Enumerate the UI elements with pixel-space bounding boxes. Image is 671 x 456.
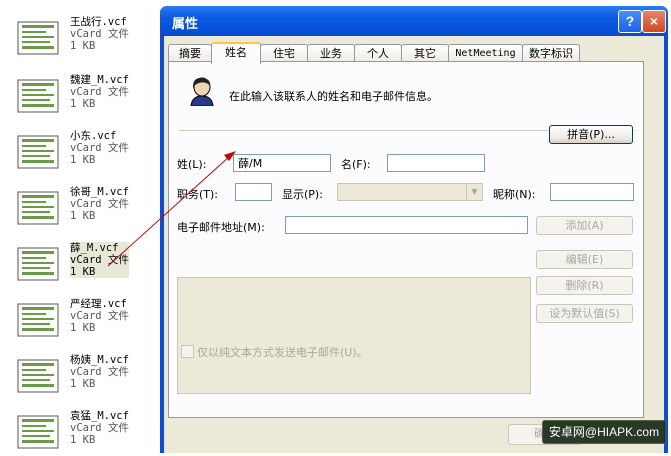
set-default-button[interactable]: 设为默认值(S) [536,304,633,323]
tab-name[interactable]: 姓名 [211,42,261,64]
last-name-input[interactable]: 薛/M [233,154,331,172]
email-label: 电子邮件地址(M): [177,221,265,234]
file-name: 徐哥_M.vcf [70,186,129,198]
file-item[interactable]: 魏建_M.vcf vCard 文件 1 KB [14,74,154,120]
file-item-selected[interactable]: 薛_M.vcf vCard 文件 1 KB [14,242,154,288]
file-type: vCard 文件 [70,310,129,322]
nickname-input[interactable] [550,183,634,201]
file-name: 袁猛_M.vcf [70,410,129,422]
plain-text-checkbox[interactable] [181,345,194,358]
close-button[interactable]: × [642,10,666,33]
file-size: 1 KB [70,98,96,110]
file-type: vCard 文件 [70,254,129,266]
file-type: vCard 文件 [70,28,129,40]
vcard-file-icon [17,359,59,393]
title-input[interactable] [235,183,272,201]
intro-text: 在此输入该联系人的姓名和电子邮件信息。 [229,90,438,103]
display-combobox[interactable]: ▼ [337,183,483,201]
contact-person-icon [190,77,214,106]
tab-summary[interactable]: 摘要 [168,44,212,62]
first-name-label: 名(F): [341,158,371,171]
email-input[interactable] [285,216,528,234]
dialog-client: 摘要 姓名 住宅 业务 个人 其它 NetMeeting 数字标识 在此输入该联… [164,36,664,453]
vcard-file-icon [17,247,59,281]
file-type: vCard 文件 [70,422,129,434]
vcard-file-icon [17,191,59,225]
tab-home[interactable]: 住宅 [260,44,308,62]
vcard-file-icon [17,135,59,169]
vcard-file-icon [17,303,59,337]
plain-text-label: 仅以纯文本方式发送电子邮件(U)。 [197,346,368,359]
nickname-label: 昵称(N): [493,188,536,201]
edit-button[interactable]: 编辑(E) [536,250,633,269]
tab-digital-id[interactable]: 数字标识 [522,44,580,62]
file-size: 1 KB [70,378,96,390]
last-name-label: 姓(L): [177,158,207,171]
chevron-down-icon[interactable]: ▼ [466,184,482,200]
delete-button[interactable]: 删除(R) [536,276,633,295]
file-size: 1 KB [70,322,96,334]
file-name: 严经理.vcf [70,298,127,310]
file-name: 小东.vcf [70,130,117,142]
file-item[interactable]: 严经理.vcf vCard 文件 1 KB [14,298,154,344]
file-item[interactable]: 袁猛_M.vcf vCard 文件 1 KB [14,410,154,456]
file-type: vCard 文件 [70,366,129,378]
file-size: 1 KB [70,434,96,446]
file-list: 王战行.vcf vCard 文件 1 KB 魏建_M.vcf vCard 文件 1 KB… [0,0,160,453]
file-item[interactable]: 小东.vcf vCard 文件 1 KB [14,130,154,176]
file-name: 薛_M.vcf [70,242,119,254]
file-name: 王战行.vcf [70,16,127,28]
help-button[interactable]: ? [618,10,642,33]
file-type: vCard 文件 [70,198,129,210]
watermark: 安卓网@HIAPK.com [542,420,666,444]
dialog-title: 属性 [172,16,199,31]
file-size: 1 KB [70,40,96,52]
file-name: 杨姨_M.vcf [70,354,129,366]
name-tab-panel: 在此输入该联系人的姓名和电子邮件信息。 拼音(P)... 姓(L): 薛/M 名… [168,61,644,418]
tab-business[interactable]: 业务 [307,44,355,62]
vcard-file-icon [17,79,59,113]
file-item[interactable]: 王战行.vcf vCard 文件 1 KB [14,16,154,62]
tab-personal[interactable]: 个人 [354,44,402,62]
tab-other[interactable]: 其它 [401,44,449,62]
file-size: 1 KB [70,154,96,166]
file-size: 1 KB [70,210,96,222]
file-type: vCard 文件 [70,86,129,98]
file-item[interactable]: 杨姨_M.vcf vCard 文件 1 KB [14,354,154,400]
add-button[interactable]: 添加(A) [536,216,633,235]
pinyin-button[interactable]: 拼音(P)... [549,125,633,144]
file-size: 1 KB [70,266,96,278]
file-item[interactable]: 徐哥_M.vcf vCard 文件 1 KB [14,186,154,232]
vcard-file-icon [17,415,59,449]
title-bar[interactable]: 属性 ? × [160,6,668,36]
display-label: 显示(P): [282,188,323,201]
email-listbox[interactable] [177,277,531,394]
file-name: 魏建_M.vcf [70,74,129,86]
vcard-file-icon [17,21,59,55]
file-type: vCard 文件 [70,142,129,154]
title-label: 职务(T): [177,188,219,201]
tab-netmeeting[interactable]: NetMeeting [448,44,523,62]
properties-dialog: 属性 ? × 摘要 姓名 住宅 业务 个人 其它 NetMeeting 数字标识… [160,6,668,453]
first-name-input[interactable] [387,154,485,172]
